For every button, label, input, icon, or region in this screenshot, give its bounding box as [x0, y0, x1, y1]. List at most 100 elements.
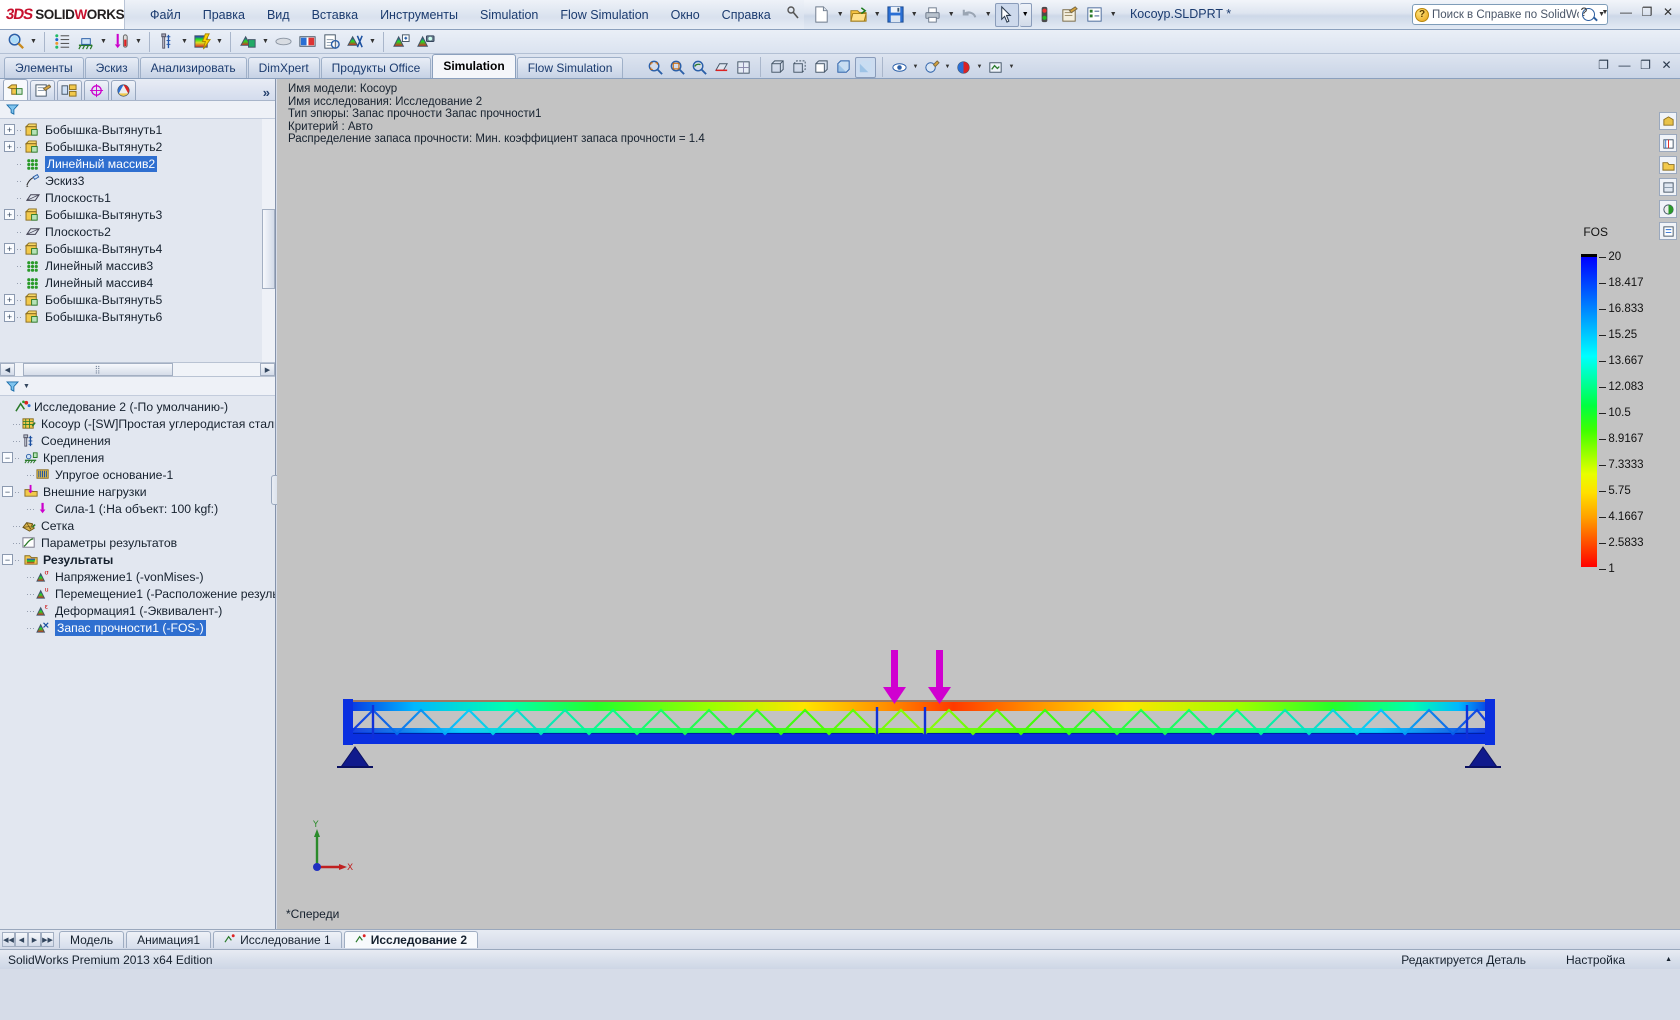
- new-document-icon[interactable]: [810, 3, 834, 27]
- hide-show-items-icon[interactable]: [889, 57, 910, 78]
- results-advisor-caret[interactable]: ▼: [260, 30, 271, 54]
- report-icon[interactable]: [319, 30, 343, 54]
- tree-item-extrude2[interactable]: + ·· Бобышка-Вытянуть2: [0, 138, 275, 155]
- tree-item-extrude6[interactable]: + ·· Бобышка-Вытянуть6: [0, 308, 275, 325]
- collapse-toggle[interactable]: −: [2, 486, 13, 497]
- plot-tools-icon[interactable]: [271, 30, 295, 54]
- tree-item-linear-pattern3[interactable]: ·· Линейный массив3: [0, 257, 275, 274]
- tree-item-force1[interactable]: ··· Сила-1 (:На объект: 100 kgf:): [0, 500, 275, 517]
- feature-tree-hscrollbar[interactable]: ◀ ⣿ ▶: [0, 362, 275, 377]
- run-study-icon[interactable]: [190, 30, 214, 54]
- tree-item-strain-plot[interactable]: ··· ε Деформация1 (-Эквивалент-): [0, 602, 275, 619]
- minimize-icon[interactable]: —: [1618, 5, 1634, 19]
- select-dropdown-caret[interactable]: ▼: [1019, 2, 1032, 27]
- expand-toggle[interactable]: +: [4, 124, 15, 135]
- tab-simulation[interactable]: Simulation: [432, 54, 516, 78]
- study-list-icon[interactable]: [50, 30, 74, 54]
- hide-show-items-caret[interactable]: ▼: [911, 57, 920, 78]
- apply-scene-icon[interactable]: [953, 57, 974, 78]
- open-document-caret[interactable]: ▼: [872, 3, 883, 27]
- configuration-manager-tab[interactable]: [57, 80, 82, 100]
- doc-close-icon[interactable]: ✕: [1659, 58, 1674, 72]
- zoom-to-area-icon[interactable]: [667, 57, 688, 78]
- zoom-to-fit-icon[interactable]: [645, 57, 666, 78]
- connections-advisor-caret[interactable]: ▼: [179, 30, 190, 54]
- tab-study1[interactable]: Исследование 1: [213, 931, 342, 948]
- sw-resources-icon[interactable]: [1659, 112, 1677, 130]
- help-caret-icon[interactable]: ▼: [1597, 9, 1613, 16]
- connections-advisor-icon[interactable]: [155, 30, 179, 54]
- hscroll-track[interactable]: ⣿: [15, 363, 260, 376]
- undo-caret[interactable]: ▼: [983, 3, 994, 27]
- rebuild-icon[interactable]: [1033, 3, 1057, 27]
- tree-item-extrude4[interactable]: + ·· Бобышка-Вытянуть4: [0, 240, 275, 257]
- study-advisor-icon[interactable]: [4, 30, 28, 54]
- doc-minimize-icon[interactable]: —: [1617, 58, 1632, 72]
- tree-item-extrude3[interactable]: + ·· Бобышка-Вытянуть3: [0, 206, 275, 223]
- menu-item-tools[interactable]: Инструменты: [369, 5, 469, 25]
- status-config-caret-icon[interactable]: ▲: [1665, 956, 1672, 963]
- tree-item-mesh[interactable]: ··· Сетка: [0, 517, 275, 534]
- save-icon[interactable]: [884, 3, 908, 27]
- menu-item-file[interactable]: Файл: [139, 5, 192, 25]
- tab-last-icon[interactable]: ▶▶: [41, 932, 54, 947]
- tab-next-icon[interactable]: ▶: [28, 932, 41, 947]
- results-advisor-icon[interactable]: [236, 30, 260, 54]
- tab-flow-simulation[interactable]: Flow Simulation: [516, 57, 624, 78]
- tree-item-elastic-support[interactable]: ··· Упругое основание-1: [0, 466, 275, 483]
- undo-icon[interactable]: [958, 3, 982, 27]
- view-orientation-icon[interactable]: [733, 57, 754, 78]
- tree-item-connections[interactable]: ··· Соединения: [0, 432, 275, 449]
- property-manager-tab[interactable]: [30, 80, 55, 100]
- graphics-area[interactable]: Имя модели: Косоур Имя исследования: Исс…: [277, 79, 1680, 929]
- custom-properties-icon[interactable]: [1659, 222, 1677, 240]
- print-caret[interactable]: ▼: [946, 3, 957, 27]
- include-exclude-icon[interactable]: [343, 30, 367, 54]
- help-icon[interactable]: ?: [1576, 5, 1592, 19]
- feature-tree-scroll-thumb[interactable]: [262, 209, 275, 289]
- feature-tree-tab[interactable]: [3, 79, 28, 100]
- tree-item-linear-pattern2[interactable]: ·· Линейный массив2: [0, 155, 275, 172]
- feature-manager-more-button[interactable]: »: [263, 85, 270, 100]
- appearances-scenes-icon[interactable]: [1659, 200, 1677, 218]
- menu-item-simulation[interactable]: Simulation: [469, 5, 549, 25]
- display-style-wireframe-icon[interactable]: [767, 57, 788, 78]
- tab-study2[interactable]: Исследование 2: [343, 931, 478, 948]
- new-plot-icon[interactable]: [389, 30, 413, 54]
- display-manager-tab[interactable]: [111, 80, 136, 100]
- tree-item-linear-pattern4[interactable]: ·· Линейный массив4: [0, 274, 275, 291]
- tree-item-sketch3[interactable]: ·· Эскиз3: [0, 172, 275, 189]
- feature-tree-scrollbar[interactable]: [262, 119, 275, 362]
- section-view-icon[interactable]: [711, 57, 732, 78]
- tree-item-study2[interactable]: Исследование 2 (-По умолчанию-): [0, 398, 275, 415]
- tree-item-displacement-plot[interactable]: ··· u Перемещение1 (-Расположение резуль…: [0, 585, 275, 602]
- print-icon[interactable]: [921, 3, 945, 27]
- study-tree-filter-bar[interactable]: ▼: [0, 377, 275, 396]
- menu-item-insert[interactable]: Вставка: [301, 5, 369, 25]
- options-editor-icon[interactable]: [1058, 3, 1082, 27]
- hscroll-left-arrow[interactable]: ◀: [0, 363, 15, 376]
- expand-toggle[interactable]: +: [4, 311, 15, 322]
- options-caret[interactable]: ▼: [1108, 3, 1119, 27]
- collapse-toggle[interactable]: −: [2, 554, 13, 565]
- external-loads-advisor-icon[interactable]: [109, 30, 133, 54]
- view-palette-icon[interactable]: [1659, 178, 1677, 196]
- open-document-icon[interactable]: [847, 3, 871, 27]
- tab-office-products[interactable]: Продукты Office: [320, 57, 432, 78]
- collapse-toggle[interactable]: −: [2, 452, 13, 463]
- status-config-label[interactable]: Настройка: [1566, 953, 1625, 967]
- tree-item-extrude1[interactable]: + ·· Бобышка-Вытянуть1: [0, 121, 275, 138]
- view-settings-caret[interactable]: ▼: [1007, 57, 1016, 78]
- fixtures-advisor-caret[interactable]: ▼: [98, 30, 109, 54]
- menu-item-flow-simulation[interactable]: Flow Simulation: [549, 5, 659, 25]
- view-settings-icon[interactable]: [985, 57, 1006, 78]
- run-study-caret[interactable]: ▼: [214, 30, 225, 54]
- tree-item-part-material[interactable]: ··· Косоур (-[SW]Простая углеродистая ст…: [0, 415, 275, 432]
- tab-model[interactable]: Модель: [59, 931, 125, 948]
- doc-maximize-icon[interactable]: ❐: [1638, 58, 1653, 72]
- tree-item-extrude5[interactable]: + ·· Бобышка-Вытянуть5: [0, 291, 275, 308]
- tab-animation1[interactable]: Анимация1: [126, 931, 212, 948]
- restore-icon[interactable]: ❐: [1639, 5, 1655, 19]
- tab-elementy[interactable]: Элементы: [4, 57, 84, 78]
- menu-item-help[interactable]: Справка: [711, 5, 782, 25]
